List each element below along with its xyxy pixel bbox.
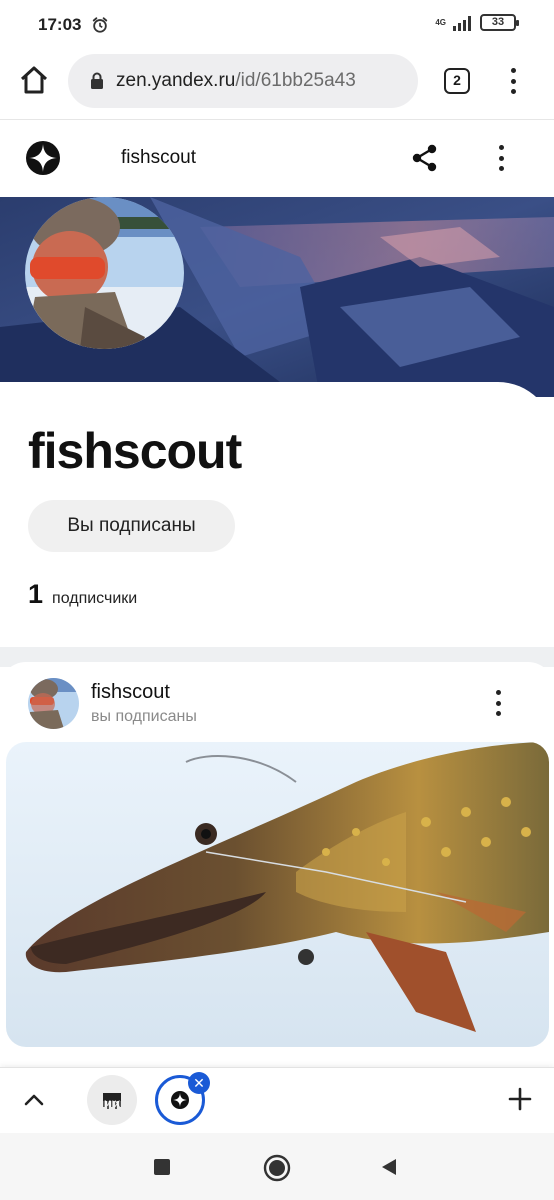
- more-icon[interactable]: [491, 688, 505, 718]
- signal-icon: [453, 15, 471, 31]
- profile-card: fishscout Вы подписаны 1 подписчики: [0, 382, 554, 647]
- alarm-icon: [93, 17, 108, 33]
- status-time: 17:03: [38, 15, 82, 34]
- more-icon[interactable]: [505, 66, 521, 96]
- header-title[interactable]: fishscout: [121, 147, 196, 169]
- tab-thumbnail-mix[interactable]: MIX: [87, 1075, 137, 1125]
- plus-icon[interactable]: [507, 1086, 533, 1112]
- browser-tab-strip: MIX ✕: [0, 1067, 554, 1133]
- lock-icon: [91, 72, 103, 89]
- recents-icon[interactable]: [154, 1159, 170, 1175]
- post-image[interactable]: [6, 742, 549, 1047]
- avatar[interactable]: [25, 197, 184, 349]
- system-nav-bar: [0, 1133, 554, 1200]
- tab-thumbnail-label: MIX: [104, 1100, 121, 1110]
- network-type: 4G: [435, 17, 446, 27]
- tabs-icon[interactable]: 2: [444, 68, 470, 94]
- home-circle-icon[interactable]: [263, 1154, 291, 1182]
- post-status: вы подписаны: [91, 708, 197, 725]
- url-domain: zen.yandex.ru: [116, 70, 236, 91]
- url-text: zen.yandex.ru/id/61bb25a43: [116, 70, 356, 92]
- status-bar: 17:03 4G 33: [0, 0, 554, 50]
- post-author[interactable]: fishscout: [91, 681, 170, 704]
- post-avatar[interactable]: [28, 678, 79, 729]
- more-icon[interactable]: [494, 143, 508, 173]
- status-indicators: 4G 33: [435, 14, 519, 31]
- battery-icon: 33: [480, 14, 519, 31]
- home-icon[interactable]: [18, 64, 50, 96]
- profile-name: fishscout: [28, 423, 242, 479]
- browser-toolbar: zen.yandex.ru/id/61bb25a43 2: [0, 50, 554, 112]
- subscribe-button[interactable]: Вы подписаны: [28, 500, 235, 552]
- back-icon[interactable]: [379, 1157, 399, 1177]
- zen-header: fishscout: [0, 120, 554, 197]
- subscribers-count: 1: [28, 579, 44, 609]
- subscribers-label: подписчики: [52, 590, 138, 607]
- share-icon[interactable]: [410, 143, 440, 173]
- zen-logo-icon[interactable]: [26, 141, 60, 175]
- close-icon[interactable]: ✕: [188, 1072, 210, 1094]
- url-path: /id/61bb25a43: [235, 70, 356, 91]
- subscribers-info[interactable]: 1 подписчики: [28, 579, 137, 610]
- address-bar[interactable]: zen.yandex.ru/id/61bb25a43: [68, 54, 418, 108]
- post-card[interactable]: fishscout вы подписаны: [0, 662, 554, 1067]
- chevron-up-icon[interactable]: [22, 1090, 46, 1110]
